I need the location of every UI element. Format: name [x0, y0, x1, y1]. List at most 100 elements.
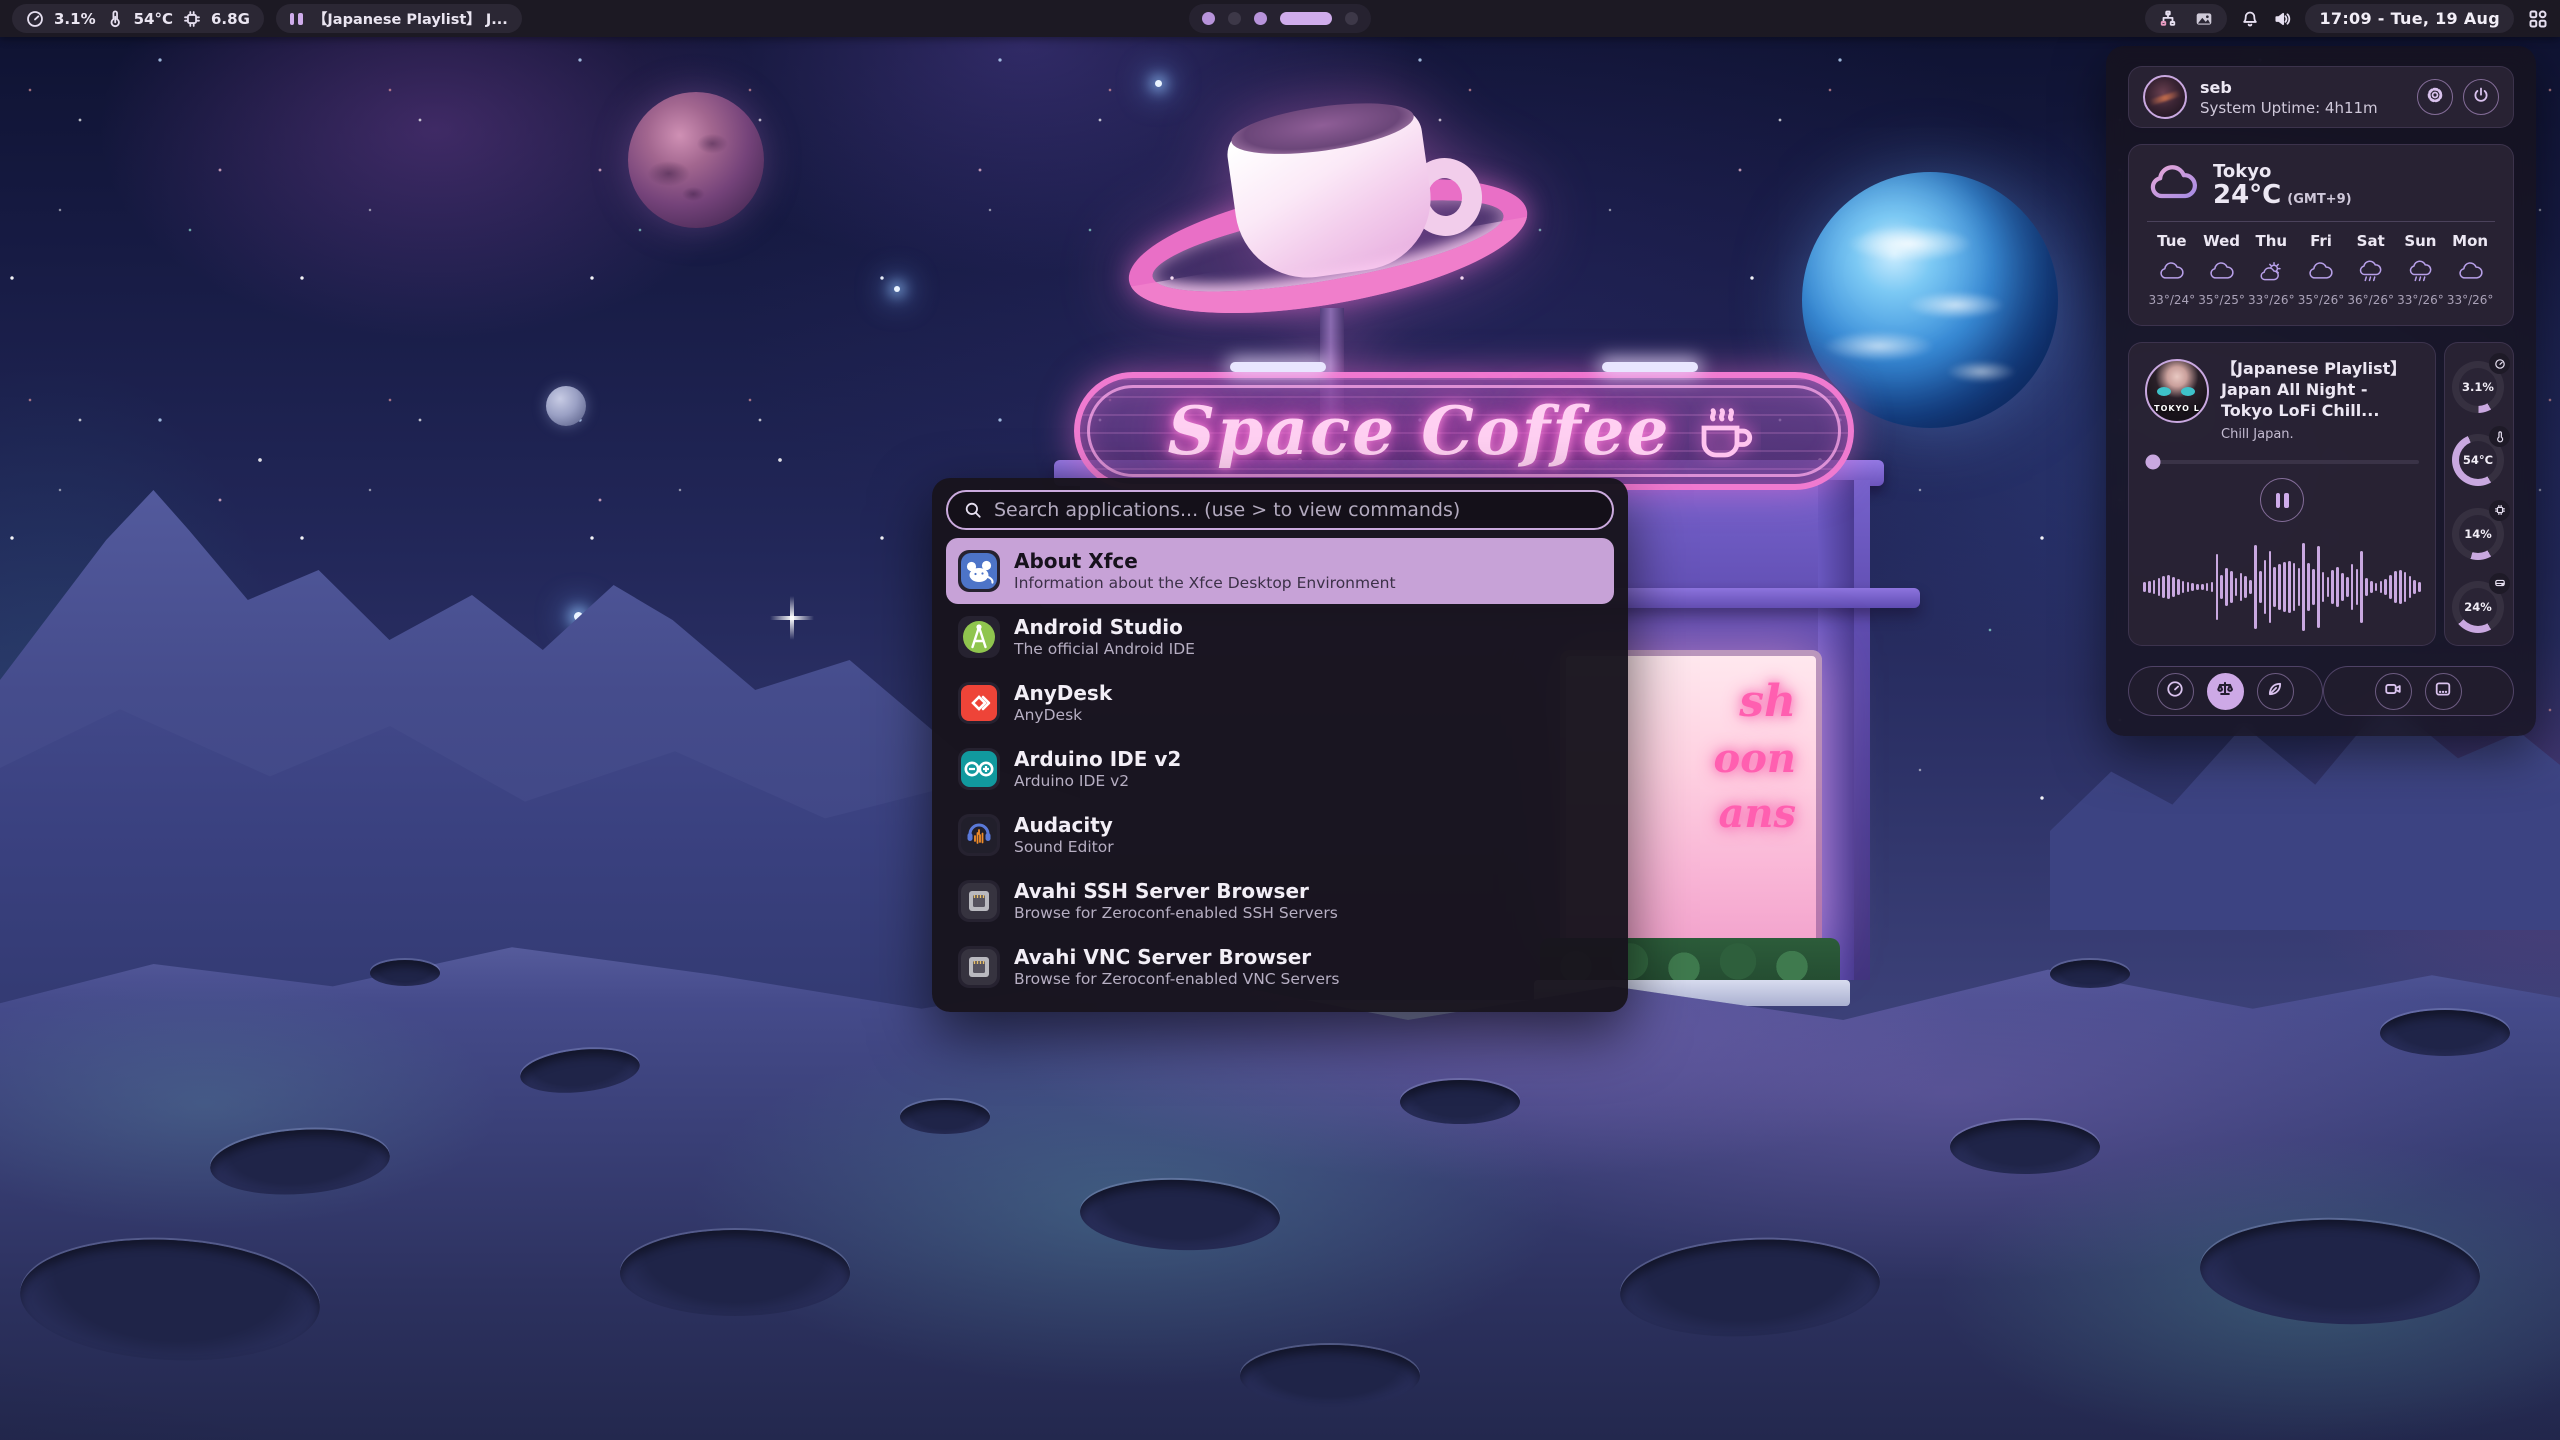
- xfce-mouse-icon: [958, 550, 1000, 592]
- workspace-dot-5[interactable]: [1345, 12, 1358, 25]
- temperature-value: 54°C: [134, 10, 173, 28]
- forecast-row: Tue 33°/24° Wed 35°/25° Thu 33°/26° Fri: [2147, 232, 2495, 307]
- network-jack-icon: [958, 946, 1000, 988]
- screen-record-button[interactable]: [2375, 673, 2412, 710]
- temperature-gauge: 54°C: [2452, 426, 2506, 488]
- volume-icon[interactable]: [2273, 10, 2291, 28]
- cloud-icon: [2296, 257, 2346, 287]
- search-input[interactable]: [994, 499, 1596, 521]
- app-item-avahi-ssh[interactable]: Avahi SSH Server Browser Browse for Zero…: [946, 868, 1614, 934]
- settings-button[interactable]: [2417, 79, 2453, 115]
- forecast-day: Wed 35°/25°: [2197, 232, 2247, 307]
- app-description: Browse for Zeroconf-enabled VNC Servers: [1014, 970, 1339, 989]
- app-name: Avahi VNC Server Browser: [1014, 945, 1339, 970]
- screenshot-button[interactable]: [2425, 673, 2462, 710]
- disk-icon: [2489, 573, 2510, 594]
- cpu-usage-value: 3.1%: [54, 10, 96, 28]
- avatar: [2143, 75, 2187, 119]
- weather-city: Tokyo: [2213, 161, 2352, 182]
- workspace-dot-4[interactable]: [1280, 12, 1332, 25]
- workspace-dot-3[interactable]: [1254, 12, 1267, 25]
- workspace-dot-2[interactable]: [1228, 12, 1241, 25]
- notifications-bell-icon[interactable]: [2241, 10, 2259, 28]
- arduino-icon: [958, 748, 1000, 790]
- weather-card: Tokyo 24°C (GMT+9) Tue 33°/24° Wed: [2128, 144, 2514, 326]
- cpu-gauge: 3.1%: [2452, 353, 2506, 415]
- forecast-day: Tue 33°/24°: [2147, 232, 2197, 307]
- power-icon: [2472, 86, 2490, 108]
- app-item-audacity[interactable]: Audacity Sound Editor: [946, 802, 1614, 868]
- cloud-icon: [2147, 163, 2199, 207]
- clock-label: 17:09 - Tue, 19 Aug: [2319, 9, 2500, 28]
- balanced-profile-button[interactable]: [2207, 673, 2244, 710]
- rain-icon: [2396, 257, 2446, 287]
- top-panel: 3.1% 54°C 6.8G 【Japanese Playlist】 J...: [0, 0, 2560, 37]
- forecast-day: Mon 33°/26°: [2445, 232, 2495, 307]
- app-item-avahi-vnc[interactable]: Avahi VNC Server Browser Browse for Zero…: [946, 934, 1614, 1000]
- cloud-icon: [2445, 257, 2495, 287]
- system-gauges-card: 3.1% 54°C 14% 24%: [2444, 342, 2514, 646]
- system-stats-pill: 3.1% 54°C 6.8G: [12, 4, 264, 33]
- divider: [2147, 221, 2495, 222]
- music-player-card: TOKYO L 【Japanese Playlist】 Japan All Ni…: [2128, 342, 2436, 646]
- memory-gauge: 14%: [2452, 500, 2506, 562]
- performance-profile-button[interactable]: [2157, 673, 2194, 710]
- app-item-android-studio[interactable]: Android Studio The official Android IDE: [946, 604, 1614, 670]
- gear-icon: [2426, 86, 2444, 108]
- search-box[interactable]: [946, 490, 1614, 530]
- now-playing-pill[interactable]: 【Japanese Playlist】 J...: [276, 4, 522, 33]
- audio-waveform: [2143, 541, 2421, 633]
- pause-icon: [2276, 493, 2289, 508]
- system-uptime: System Uptime: 4h11m: [2200, 99, 2404, 117]
- seek-knob[interactable]: [2146, 455, 2161, 470]
- app-name: Android Studio: [1014, 615, 1195, 640]
- forecast-day: Sat 36°/26°: [2346, 232, 2396, 307]
- speedometer-icon: [2489, 353, 2510, 374]
- app-item-arduino[interactable]: Arduino IDE v2 Arduino IDE v2: [946, 736, 1614, 802]
- thermometer-icon: [2489, 426, 2510, 447]
- app-item-about-xfce[interactable]: About Xfce Information about the Xfce De…: [946, 538, 1614, 604]
- app-name: Audacity: [1014, 813, 1114, 838]
- memory-value: 6.8G: [211, 10, 250, 28]
- weather-temp: 24°C: [2213, 182, 2281, 209]
- video-camera-icon: [2384, 680, 2402, 702]
- forecast-day: Sun 33°/26°: [2396, 232, 2446, 307]
- anydesk-icon: [958, 682, 1000, 724]
- track-subtitle: Chill Japan.: [2221, 427, 2419, 442]
- capture-group: [2323, 666, 2514, 716]
- wallpaper-icon[interactable]: [2195, 10, 2213, 28]
- android-studio-icon: [958, 616, 1000, 658]
- app-grid-icon[interactable]: [2528, 9, 2548, 29]
- rain-icon: [2346, 257, 2396, 287]
- album-art-text: TOKYO L: [2147, 404, 2207, 413]
- power-button[interactable]: [2463, 79, 2499, 115]
- chip-icon: [2489, 500, 2510, 521]
- app-item-anydesk[interactable]: AnyDesk AnyDesk: [946, 670, 1614, 736]
- user-card: seb System Uptime: 4h11m: [2128, 66, 2514, 128]
- audacity-icon: [958, 814, 1000, 856]
- cloud-icon: [2147, 257, 2197, 287]
- network-icon[interactable]: [2159, 10, 2177, 28]
- chip-icon: [183, 10, 201, 28]
- app-name: Arduino IDE v2: [1014, 747, 1181, 772]
- user-name: seb: [2200, 78, 2404, 97]
- clock-pill[interactable]: 17:09 - Tue, 19 Aug: [2305, 4, 2514, 33]
- screenshot-icon: [2434, 680, 2452, 702]
- seek-bar[interactable]: [2145, 460, 2419, 464]
- workspace-dot-1[interactable]: [1202, 12, 1215, 25]
- disk-gauge: 24%: [2452, 573, 2506, 635]
- scales-icon: [2216, 680, 2234, 702]
- play-pause-button[interactable]: [2260, 478, 2304, 522]
- cloud-icon: [2197, 257, 2247, 287]
- speedometer-icon: [2166, 680, 2184, 702]
- forecast-day: Thu 33°/26°: [2246, 232, 2296, 307]
- app-name: About Xfce: [1014, 549, 1396, 574]
- power-saver-profile-button[interactable]: [2257, 673, 2294, 710]
- app-description: Arduino IDE v2: [1014, 772, 1181, 791]
- weather-timezone: (GMT+9): [2287, 192, 2351, 207]
- speedometer-icon: [26, 10, 44, 28]
- track-title: 【Japanese Playlist】 Japan All Night - To…: [2221, 359, 2419, 421]
- thermometer-icon: [106, 10, 124, 28]
- app-description: Information about the Xfce Desktop Envir…: [1014, 574, 1396, 593]
- app-name: Avahi SSH Server Browser: [1014, 879, 1338, 904]
